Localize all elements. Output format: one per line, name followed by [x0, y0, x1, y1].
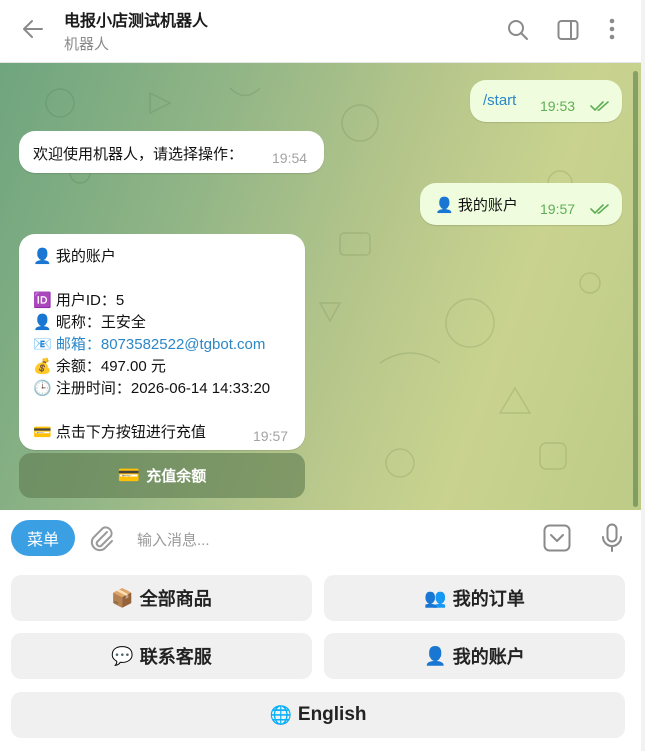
- chat-header: 电报小店测试机器人 机器人: [0, 0, 641, 63]
- register-time-line: 🕒 注册时间：2026-06-14 14:33:20: [33, 377, 270, 398]
- paperclip-icon: [90, 526, 113, 552]
- speech-bubble-icon: 💬: [111, 645, 134, 666]
- incoming-message-welcome[interactable]: 欢迎使用机器人，请选择操作： 19:54: [19, 131, 324, 173]
- outgoing-message-start[interactable]: /start 19:53: [470, 80, 622, 122]
- more-options-button[interactable]: [599, 17, 625, 43]
- register-time-text: 注册时间：2026-06-14 14:33:20: [55, 380, 271, 397]
- message-time: 19:54: [272, 150, 308, 166]
- recharge-balance-label: 充值余额: [146, 468, 207, 485]
- microphone-icon: [602, 523, 622, 552]
- recharge-hint-line: 💳 点击下方按钮进行充值: [33, 421, 206, 442]
- bot-keyboard-toggle-button[interactable]: [543, 524, 571, 557]
- english-label: English: [297, 704, 367, 725]
- attach-button[interactable]: [88, 524, 116, 559]
- user-id-text: 用户ID：5: [55, 292, 125, 309]
- message-text[interactable]: /start: [483, 92, 516, 109]
- package-icon: 📦: [111, 587, 134, 608]
- account-title: 👤 我的账户: [33, 245, 116, 266]
- chat-title[interactable]: 电报小店测试机器人: [64, 7, 208, 31]
- money-bag-icon: 💰: [33, 358, 52, 375]
- credit-card-icon: 💳: [117, 465, 141, 485]
- account-title-text: 我的账户: [55, 248, 116, 265]
- message-time: 19:53: [540, 98, 576, 114]
- telegram-app: 电报小店测试机器人 机器人 /start 19:53 欢迎使用机器人，请选择操作…: [0, 0, 645, 751]
- my-account-label: 我的账户: [452, 647, 525, 667]
- all-products-button[interactable]: 📦 全部商品: [11, 575, 312, 621]
- my-account-button[interactable]: 👤 我的账户: [324, 633, 625, 679]
- email-icon: 📧: [33, 336, 52, 353]
- message-time: 19:57: [540, 201, 576, 217]
- english-language-button[interactable]: 🌐 English: [11, 692, 625, 738]
- user-icon: 👤: [424, 645, 447, 666]
- user-icon: 👤: [33, 314, 52, 331]
- my-orders-button[interactable]: 👥 我的订单: [324, 575, 625, 621]
- window-edge-divider: [641, 0, 645, 751]
- email-line[interactable]: 📧 邮箱：8073582522@tgbot.com: [33, 333, 265, 354]
- incoming-message-account-info[interactable]: 👤 我的账户 🆔 用户ID：5 👤 昵称：王安全 📧 邮箱：8073582522…: [19, 234, 305, 450]
- message-input-bar: 菜单 输入消息...: [0, 510, 641, 568]
- balance-text: 余额：497.00 元: [55, 358, 166, 375]
- double-check-icon: [590, 101, 609, 112]
- nickname-text: 昵称：王安全: [55, 314, 146, 331]
- recharge-balance-button[interactable]: 💳 充值余额: [19, 453, 305, 498]
- contact-support-button[interactable]: 💬 联系客服: [11, 633, 312, 679]
- chat-scrollbar[interactable]: [633, 71, 638, 507]
- side-panel-button[interactable]: [555, 17, 581, 43]
- chat-subtitle: 机器人: [64, 36, 110, 53]
- keyboard-toggle-icon: [543, 524, 571, 552]
- message-time: 19:57: [253, 428, 289, 444]
- user-icon: 👤: [33, 248, 52, 265]
- more-vertical-icon: [609, 18, 615, 40]
- user-icon: 👤: [435, 197, 454, 214]
- user-id-line: 🆔 用户ID：5: [33, 289, 124, 310]
- all-products-label: 全部商品: [139, 589, 212, 609]
- recharge-hint-text: 点击下方按钮进行充值: [55, 424, 206, 441]
- users-icon: 👥: [424, 587, 447, 608]
- nickname-line: 👤 昵称：王安全: [33, 311, 146, 332]
- chat-history[interactable]: /start 19:53 欢迎使用机器人，请选择操作： 19:54 👤 我的账户…: [0, 63, 641, 510]
- search-button[interactable]: [505, 17, 531, 43]
- arrow-left-icon: [23, 20, 43, 38]
- bot-menu-button[interactable]: 菜单: [11, 520, 75, 556]
- voice-record-button[interactable]: [601, 523, 623, 558]
- double-check-icon: [590, 204, 609, 215]
- search-icon: [508, 20, 528, 40]
- message-label: 我的账户: [457, 197, 518, 214]
- credit-card-icon: 💳: [33, 424, 52, 441]
- message-input[interactable]: 输入消息...: [137, 529, 210, 550]
- my-orders-label: 我的订单: [452, 589, 525, 609]
- email-text[interactable]: 邮箱：8073582522@tgbot.com: [56, 336, 266, 353]
- message-text: 欢迎使用机器人，请选择操作：: [33, 146, 244, 163]
- contact-support-label: 联系客服: [139, 647, 212, 667]
- id-icon: 🆔: [33, 292, 52, 309]
- clock-icon: 🕒: [33, 380, 52, 397]
- message-text: 👤 我的账户: [435, 194, 518, 215]
- globe-icon: 🌐: [269, 704, 292, 725]
- side-panel-icon: [557, 20, 579, 40]
- back-button[interactable]: [18, 14, 48, 44]
- outgoing-message-account[interactable]: 👤 我的账户 19:57: [420, 183, 622, 225]
- balance-line: 💰 余额：497.00 元: [33, 355, 166, 376]
